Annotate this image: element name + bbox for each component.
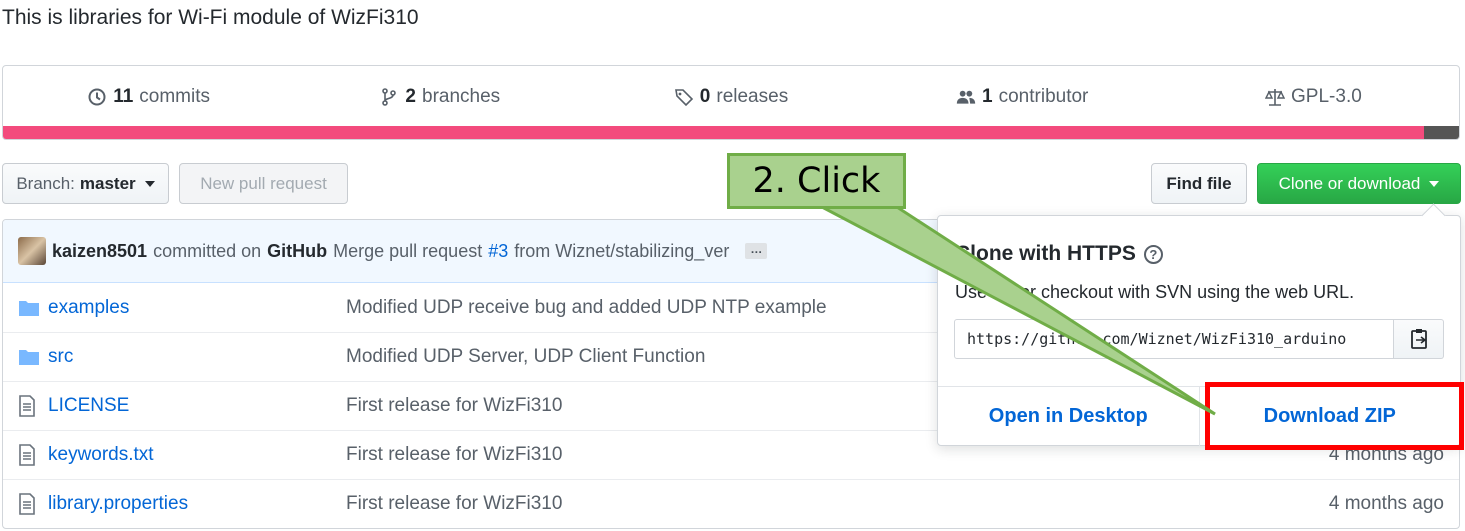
releases-count: 0 (699, 85, 711, 107)
clipboard-icon (1410, 329, 1427, 349)
pull-request-link[interactable]: #3 (488, 241, 508, 262)
history-icon (88, 88, 106, 105)
law-icon (1265, 88, 1286, 106)
language-bar-secondary (1424, 126, 1459, 139)
repo-summary: 11 commits 2 branches 0 releases 1 contr… (2, 65, 1460, 140)
branches-label: branches (422, 85, 501, 107)
clone-or-download-button[interactable]: Clone or download (1257, 163, 1461, 204)
new-pull-request-button[interactable]: New pull request (179, 163, 348, 204)
file-name-link[interactable]: keywords.txt (48, 444, 346, 466)
branch-select-button[interactable]: Branch: master (2, 163, 169, 204)
popover-title-text: Clone with HTTPS (955, 242, 1136, 265)
file-icon (18, 493, 40, 515)
releases-link[interactable]: 0 releases (585, 86, 876, 108)
file-name-link[interactable]: library.properties (48, 493, 346, 515)
file-name-link[interactable]: LICENSE (48, 395, 346, 417)
question-icon[interactable]: ? (1143, 244, 1163, 264)
file-row: library.properties First release for WizF… (3, 479, 1459, 528)
instruction-callout: 2. Click (727, 153, 906, 209)
file-icon (18, 444, 40, 466)
commits-label: commits (139, 85, 211, 107)
clone-url-group (954, 319, 1444, 359)
file-age: 4 months ago (1328, 493, 1444, 514)
branch-prefix: Branch: (16, 173, 75, 193)
branch-name: master (79, 173, 136, 193)
popover-title: Clone with HTTPS ? (955, 242, 1163, 266)
branches-count: 2 (405, 85, 416, 107)
license-link[interactable]: GPL-3.0 (1168, 86, 1459, 108)
language-bar (3, 126, 1459, 139)
license-label: GPL-3.0 (1291, 85, 1362, 107)
commits-count: 11 (113, 85, 134, 107)
find-file-button[interactable]: Find file (1151, 163, 1247, 204)
expand-commit-button[interactable]: … (745, 243, 768, 259)
tag-icon (674, 88, 693, 106)
folder-icon (18, 348, 40, 366)
avatar[interactable] (18, 237, 46, 265)
commit-platform: GitHub (267, 240, 328, 261)
branch-icon (382, 87, 397, 106)
contributors-label: contributor (998, 85, 1089, 107)
file-icon (18, 395, 40, 417)
repo-description: This is libraries for Wi-Fi module of Wi… (2, 6, 419, 29)
contributors-link[interactable]: 1 contributor (877, 86, 1168, 108)
branches-link[interactable]: 2 branches (294, 86, 585, 108)
commit-message-suffix[interactable]: from Wiznet/stabilizing_ver (514, 241, 729, 262)
language-bar-primary (3, 126, 1425, 139)
clone-url-input[interactable] (954, 319, 1394, 359)
commits-link[interactable]: 11 commits (3, 86, 294, 108)
popover-description: Use Git or checkout with SVN using the w… (955, 282, 1355, 302)
file-name-link[interactable]: src (48, 346, 346, 368)
caret-down-icon (144, 180, 155, 187)
open-in-desktop-button[interactable]: Open in Desktop (938, 387, 1199, 446)
find-file-label: Find file (1166, 173, 1232, 193)
contributors-count: 1 (982, 85, 993, 107)
download-zip-highlight (1205, 382, 1464, 450)
people-icon (956, 90, 976, 104)
clone-label: Clone or download (1278, 173, 1421, 193)
file-name-link[interactable]: examples (48, 297, 346, 319)
file-commit-message[interactable]: First release for WizFi310 (346, 493, 1459, 515)
caret-down-icon (1429, 180, 1440, 187)
commit-message-prefix[interactable]: Merge pull request (333, 241, 482, 262)
commit-action: committed on (153, 240, 262, 261)
copy-to-clipboard-button[interactable] (1394, 319, 1444, 359)
folder-icon (18, 299, 40, 317)
releases-label: releases (716, 85, 789, 107)
commit-author[interactable]: kaizen8501 (52, 241, 147, 262)
